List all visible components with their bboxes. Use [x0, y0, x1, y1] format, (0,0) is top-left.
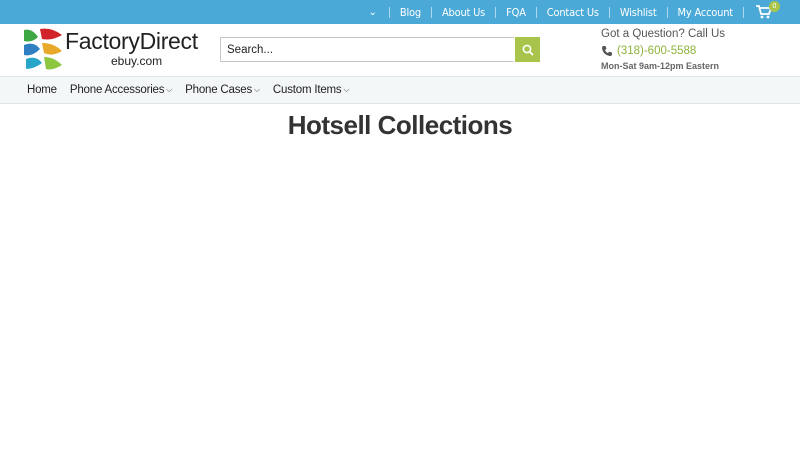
- contact-info: Got a Question? Call Us (318)-600-5588 M…: [601, 28, 781, 71]
- about-us-link[interactable]: About Us: [442, 6, 485, 19]
- divider: [430, 6, 432, 18]
- logo-name: FactoryDirect: [65, 28, 198, 54]
- cart-count-badge: 0: [769, 1, 780, 12]
- search-icon: [522, 44, 534, 56]
- nav-item-label: Phone Accessories: [69, 84, 165, 96]
- chevron-down-icon: ⌵: [166, 85, 173, 94]
- nav-item-label: Custom Items: [272, 84, 342, 96]
- nav-item-phone-cases[interactable]: Phone Cases ⌵: [185, 84, 260, 96]
- top-bar: ⌄ Blog About Us FQA Contact Us Wishlist …: [0, 0, 800, 24]
- nav-item-phone-accessories[interactable]: Phone Accessories ⌵: [70, 84, 172, 96]
- chevron-down-icon[interactable]: ⌄: [368, 7, 376, 18]
- search-button[interactable]: [515, 37, 540, 62]
- logo-mark-icon: [24, 28, 62, 70]
- chevron-down-icon: ⌵: [254, 85, 260, 94]
- cart-button[interactable]: 0: [756, 0, 780, 24]
- fqa-link[interactable]: FQA: [506, 6, 526, 19]
- phone-number: (318)-600-5588: [617, 45, 697, 57]
- page-title: Hotsell Collections: [287, 110, 513, 140]
- site-logo[interactable]: FactoryDirect ebuy.com: [22, 27, 212, 71]
- contact-us-link[interactable]: Contact Us: [547, 6, 599, 19]
- nav-item-home[interactable]: Home: [27, 84, 57, 96]
- nav-item-custom-items[interactable]: Custom Items ⌵: [272, 84, 350, 96]
- divider: [608, 6, 610, 18]
- main-nav: Home Phone Accessories ⌵ Phone Cases ⌵ C…: [0, 76, 800, 104]
- my-account-link[interactable]: My Account: [678, 6, 734, 19]
- divider: [495, 6, 497, 18]
- business-hours: Mon-Sat 9am-12pm Eastern: [601, 61, 720, 71]
- top-nav: ⌄ Blog About Us FQA Contact Us Wishlist …: [368, 0, 800, 24]
- logo-subtitle: ebuy.com: [111, 54, 163, 68]
- search-bar: [220, 37, 540, 62]
- phone-icon: [602, 46, 612, 56]
- blog-link[interactable]: Blog: [400, 6, 421, 19]
- divider: [388, 6, 390, 18]
- chevron-down-icon: ⌵: [343, 85, 350, 94]
- contact-question: Got a Question? Call Us: [601, 28, 726, 40]
- wishlist-link[interactable]: Wishlist: [620, 6, 657, 19]
- search-input[interactable]: [220, 37, 514, 62]
- phone-link[interactable]: (318)-600-5588: [601, 45, 781, 57]
- nav-item-label: Home: [27, 84, 57, 96]
- nav-item-label: Phone Cases: [185, 84, 253, 96]
- divider: [535, 6, 537, 18]
- divider: [743, 6, 744, 18]
- divider: [666, 6, 668, 18]
